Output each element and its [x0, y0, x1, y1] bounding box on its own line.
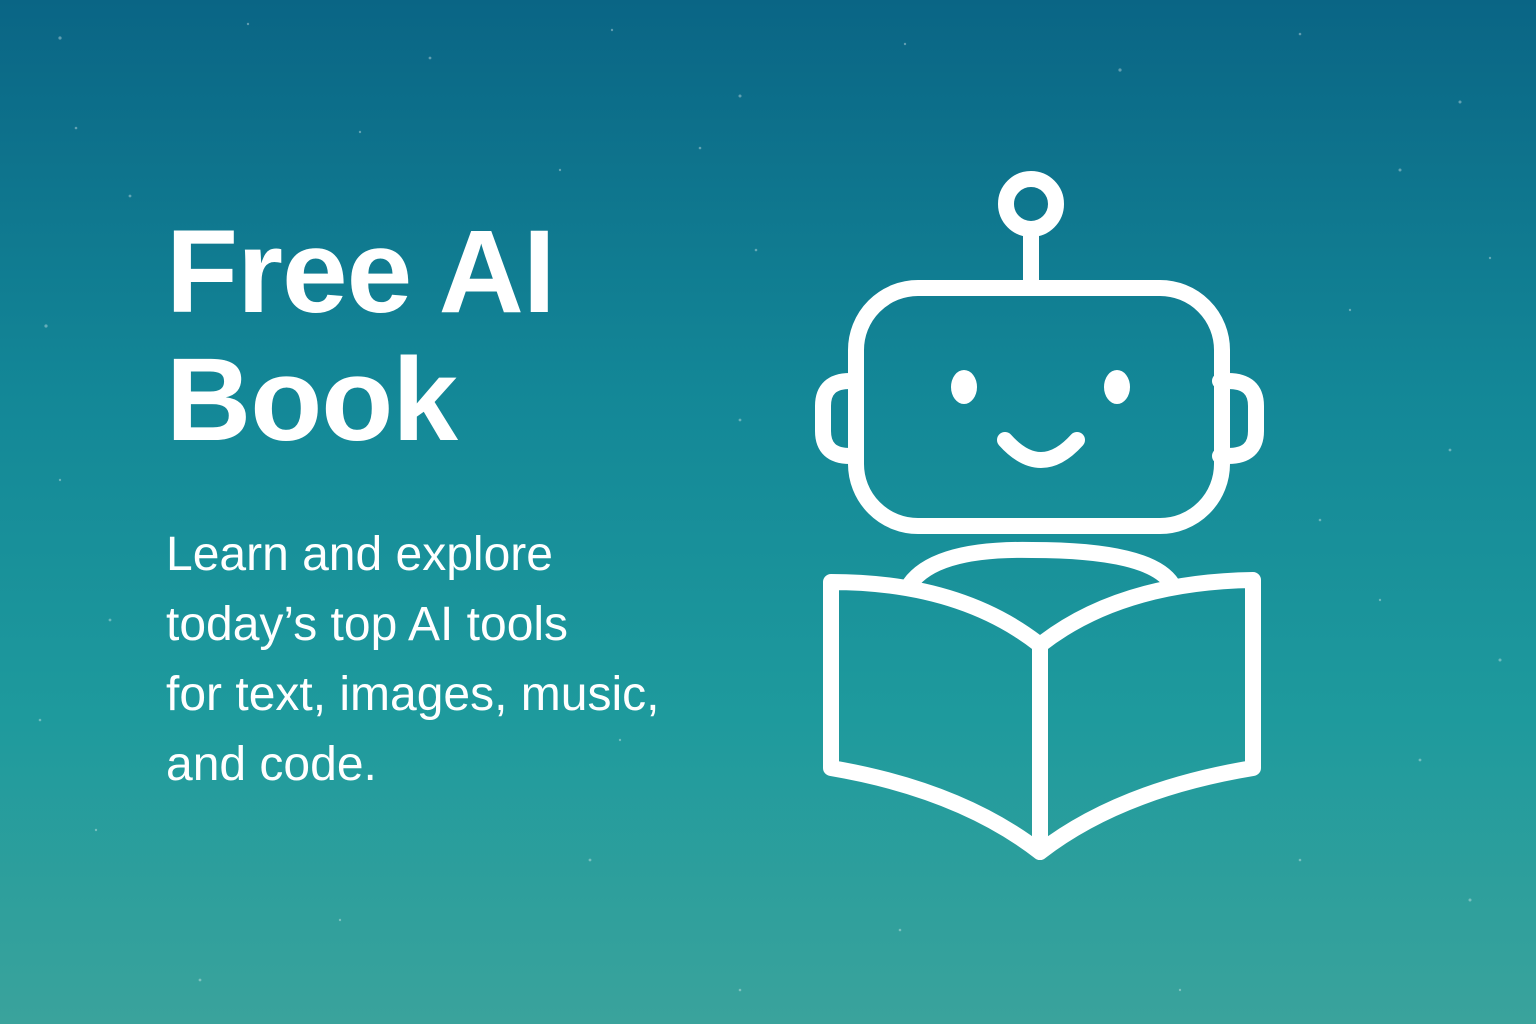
robot-reading-book-icon [815, 171, 1264, 860]
title-line-2: Book [166, 334, 458, 466]
book-right-page [1032, 572, 1261, 860]
page-title: Free AI Book [166, 208, 806, 464]
subtitle-line-1: Learn and explore [166, 528, 553, 581]
subtitle: Learn and explore today’s top AI tools f… [166, 520, 806, 800]
subtitle-line-3: for text, images, music, [166, 668, 660, 721]
robot-left-eye [951, 370, 977, 404]
subtitle-line-4: and code. [166, 738, 377, 791]
subtitle-line-2: today’s top AI tools [166, 598, 569, 651]
robot-head [848, 280, 1230, 534]
title-line-1: Free AI [166, 206, 556, 338]
robot-body [902, 541, 1180, 592]
robot-right-eye [1104, 370, 1130, 404]
hero-text: Free AI Book Learn and explore today’s t… [166, 208, 806, 800]
robot-smile [997, 432, 1085, 468]
book-left-page [823, 574, 1048, 860]
